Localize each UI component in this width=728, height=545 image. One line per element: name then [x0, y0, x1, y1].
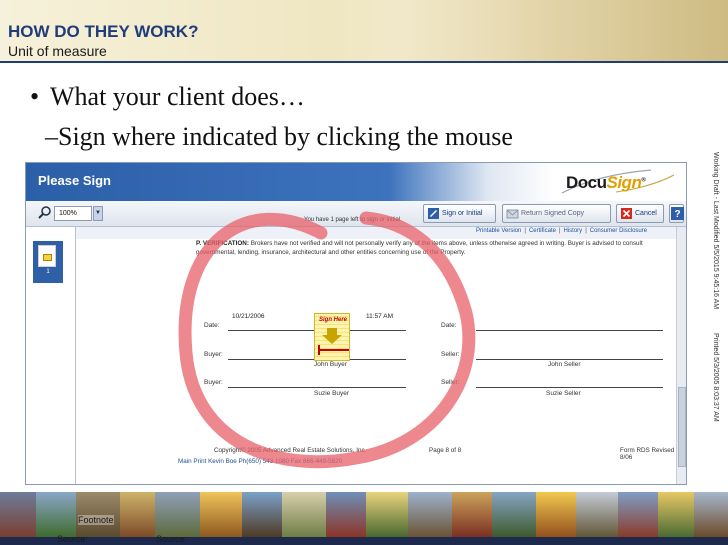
link-separator: | [558, 228, 561, 234]
return-signed-copy-button[interactable]: Return Signed Copy [502, 204, 611, 223]
photo-house-1 [0, 492, 36, 537]
verification-text: Brokers have not verified and will not p… [196, 240, 643, 256]
photo-house-18 [694, 492, 728, 537]
seller-label-2: Seller: [441, 379, 460, 386]
close-icon [621, 208, 632, 219]
sign-pen-icon [428, 208, 439, 219]
cancel-button[interactable]: Cancel [616, 204, 664, 223]
slide-title: HOW DO THEY WORK? [8, 22, 199, 41]
side-metadata: Working Draft - Last Modified 5/5/2015 9… [707, 152, 719, 422]
document-links: Printable Version | Certificate | History | Co… [476, 228, 647, 234]
envelope-icon [506, 209, 519, 219]
help-glyph: ? [674, 209, 680, 220]
please-sign-title: Please Sign [38, 173, 111, 188]
header-divider [0, 61, 728, 63]
seller-signature-line-1 [476, 359, 663, 360]
date-label-seller: Date: [441, 322, 457, 329]
page-info-text: Page 8 of 8 [429, 447, 462, 454]
footnote-text: Footnote [78, 515, 114, 525]
logo-registered-mark: ® [641, 177, 646, 184]
photo-house-16 [618, 492, 658, 537]
link-printable-version[interactable]: Printable Version [476, 228, 521, 234]
link-consumer-disclosure[interactable]: Consumer Disclosure [590, 228, 647, 234]
photo-house-4 [120, 492, 155, 537]
link-separator: | [524, 228, 526, 234]
link-history[interactable]: History [564, 228, 583, 234]
page-thumbnail[interactable]: 1 [33, 241, 63, 283]
buyer-signature-line-2 [228, 387, 406, 388]
thumbnail-page-number: 1 [46, 269, 50, 275]
slide-subtitle: Unit of measure [8, 43, 107, 59]
docusign-screenshot: Please Sign DocuSign® 100% ▼ You have 1 … [25, 162, 687, 485]
screenshot-toolbar: 100% ▼ You have 1 page left to sign or i… [26, 201, 686, 227]
help-icon: ? [671, 207, 684, 220]
verification-paragraph: P. VERIFICATION: Brokers have not verifi… [196, 239, 676, 257]
pages-left-notice: You have 1 page left to sign or initial. [304, 217, 402, 223]
bullet-level-1-text: What your client does… [50, 82, 305, 111]
screenshot-titlebar: Please Sign DocuSign® [26, 163, 686, 201]
date-value: 10/21/2006 [232, 313, 265, 320]
date-label-buyer: Date: [204, 322, 220, 329]
cancel-label: Cancel [635, 210, 657, 217]
seller-signature-line-2 [476, 387, 663, 388]
logo-docu-text: Docu [566, 173, 607, 192]
thumbnail-panel: 1 [26, 227, 76, 484]
source-label-1: Source: [57, 534, 89, 544]
sign-flag-icon [43, 254, 52, 261]
sign-or-initial-label: Sign or Initial [442, 210, 483, 217]
date-line-seller [476, 330, 663, 331]
verification-heading: P. VERIFICATION: [196, 240, 249, 247]
sign-or-initial-button[interactable]: Sign or Initial [423, 204, 496, 223]
header-photo-strip [398, 0, 728, 62]
source-label-2: Source: [156, 534, 188, 544]
photo-house-13 [492, 492, 536, 537]
zoom-select[interactable]: 100% [54, 206, 92, 221]
photo-house-15 [576, 492, 618, 537]
return-signed-copy-label: Return Signed Copy [521, 210, 585, 217]
slide-header: HOW DO THEY WORK? Unit of measure [0, 0, 728, 63]
help-button[interactable]: ? [669, 204, 684, 223]
copyright-text: Copyright© 2005 Advanced Real Estate Sol… [214, 447, 365, 454]
buyer-label-1: Buyer: [204, 351, 223, 358]
photo-house-14 [536, 492, 576, 537]
link-separator: | [585, 228, 587, 234]
link-certificate[interactable]: Certificate [529, 228, 556, 234]
photo-house-10 [366, 492, 408, 537]
links-bar: Printable Version | Certificate | History | Co… [26, 227, 686, 239]
document-scrollbar[interactable] [676, 227, 686, 484]
seller-name-1: John Seller [548, 361, 581, 368]
bullet-level-1: • What your client does… [30, 82, 305, 112]
form-info-text: Form RDS Revised 8/06 [620, 447, 675, 461]
photo-house-5 [155, 492, 200, 537]
sign-here-arrow-icon [318, 328, 349, 355]
buyer-label-2: Buyer: [204, 379, 223, 386]
strip-base-bar [0, 537, 728, 545]
photo-house-9 [326, 492, 366, 537]
document-page: P. VERIFICATION: Brokers have not verifi… [76, 239, 676, 484]
bullet-marker: • [30, 82, 40, 111]
chevron-down-icon[interactable]: ▼ [93, 206, 103, 221]
photo-house-11 [408, 492, 452, 537]
photo-house-6 [200, 492, 242, 537]
buyer-name-2: Suzie Buyer [314, 390, 350, 397]
photo-house-2 [36, 492, 76, 537]
photo-house-8 [282, 492, 326, 537]
seller-name-2: Suzie Seller [546, 390, 581, 397]
logo-wordmark: DocuSign® [566, 173, 646, 193]
time-value: 11:57 AM [366, 313, 393, 320]
printed-text: Printed 5/3/2005 8:03:37 AM [712, 333, 719, 422]
photo-house-12 [452, 492, 492, 537]
docusign-logo: DocuSign® [556, 167, 681, 198]
main-print-text: Main Print Kevin Boe Ph(650) 543 1080 Fa… [178, 458, 343, 465]
working-draft-text: Working Draft - Last Modified 5/5/2015 9… [712, 152, 719, 310]
bullet-level-2: –Sign where indicated by clicking the mo… [45, 122, 513, 151]
seller-label-1: Seller: [441, 351, 460, 358]
logo-sign-text: Sign [606, 173, 642, 192]
photo-house-17 [658, 492, 694, 537]
magnifier-icon[interactable] [38, 206, 52, 220]
scrollbar-thumb[interactable] [678, 387, 686, 467]
photo-house-7 [242, 492, 282, 537]
